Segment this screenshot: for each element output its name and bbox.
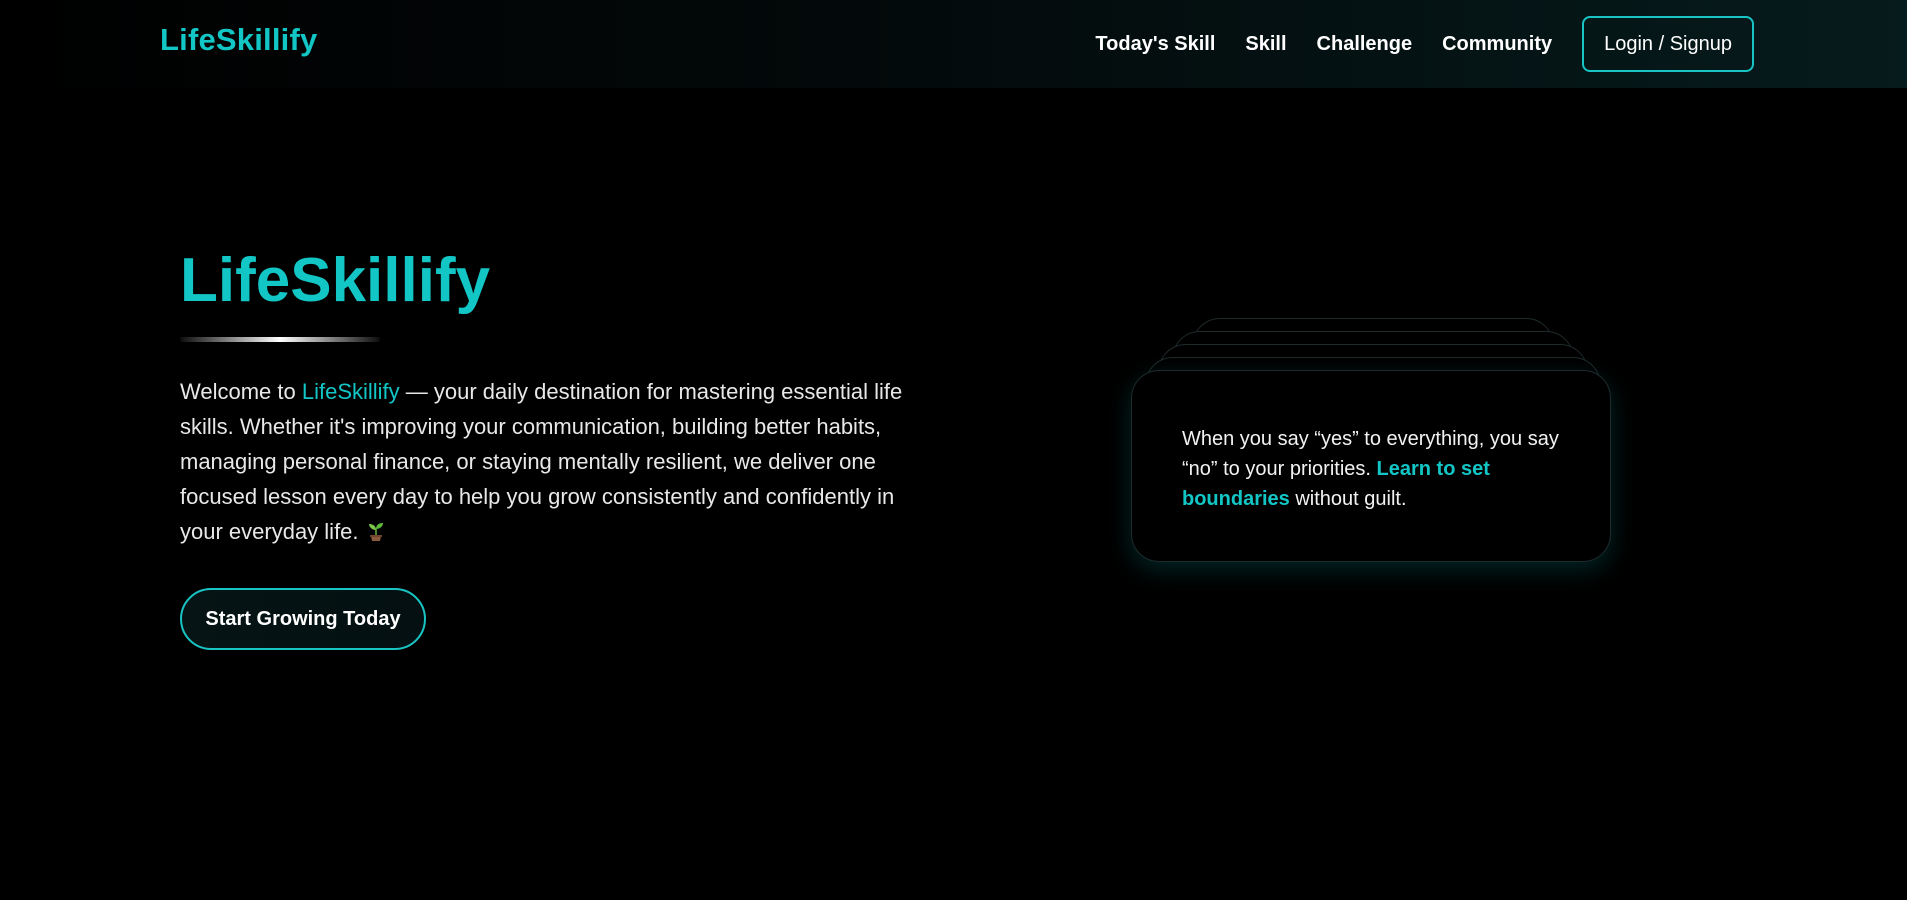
sprout-icon [365,517,387,541]
start-growing-button[interactable]: Start Growing Today [180,588,426,650]
brand-logo[interactable]: LifeSkillify [160,22,317,58]
hero-title: LifeSkillify [180,246,491,315]
nav-link-todays-skill[interactable]: Today's Skill [1095,33,1215,56]
quote-text-before: When you say “yes” to everything, you sa… [1182,428,1559,480]
nav-link-challenge[interactable]: Challenge [1317,33,1413,56]
title-underline [180,337,380,342]
login-signup-button[interactable]: Login / Signup [1582,16,1754,72]
hero-intro: Welcome to LifeSkillify — your daily des… [180,374,905,549]
quote-text-after: without guilt. [1289,488,1407,510]
nav-link-skill[interactable]: Skill [1245,33,1286,56]
nav-link-community[interactable]: Community [1442,33,1552,56]
top-navbar: LifeSkillify Today's Skill Skill Challen… [0,0,1907,88]
intro-brand: LifeSkillify [301,379,400,404]
nav-links: Today's Skill Skill Challenge Community … [1095,0,1907,88]
intro-text-before: Welcome to [180,379,302,404]
quote-card: When you say “yes” to everything, you sa… [1131,370,1611,562]
